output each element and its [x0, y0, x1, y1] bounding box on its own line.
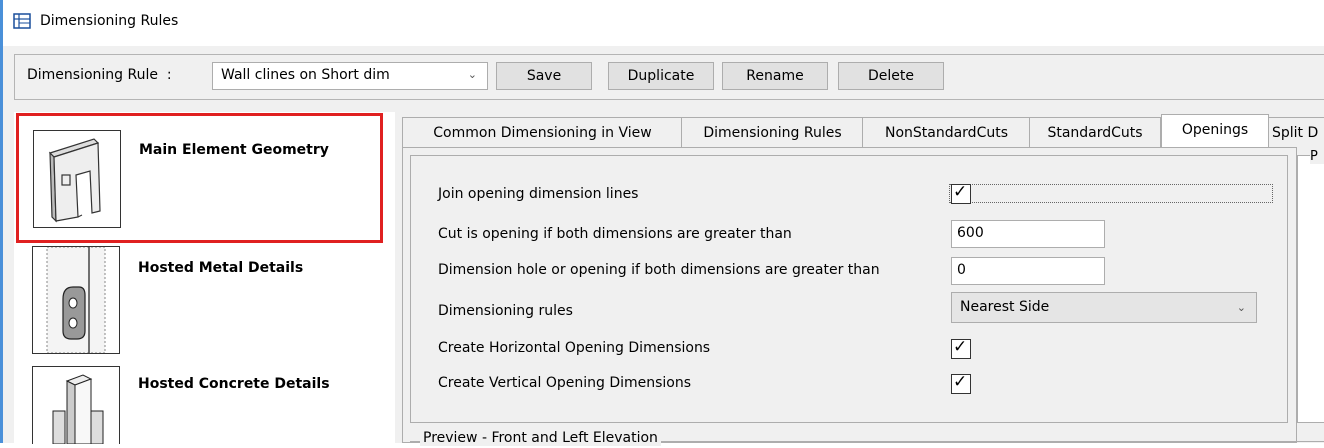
tab-openings[interactable]: Openings	[1161, 114, 1269, 149]
category-label: Main Element Geometry	[139, 142, 329, 158]
horizontal-opening-label: Create Horizontal Opening Dimensions	[438, 340, 711, 356]
window-title: Dimensioning Rules	[40, 13, 179, 29]
dimensioning-rules-value: Nearest Side	[960, 299, 1050, 315]
preview-group-label: Preview - Front and Left Elevation	[420, 430, 661, 446]
rule-dropdown-value: Wall clines on Short dim	[221, 67, 390, 83]
dimension-hole-label: Dimension hole or opening if both dimens…	[438, 262, 880, 278]
rename-button[interactable]: Rename	[722, 62, 828, 90]
title-bar	[3, 0, 1324, 46]
preview-side-group	[1297, 155, 1324, 423]
metal-bracket-icon	[32, 246, 120, 354]
cut-is-opening-input[interactable]: 600	[951, 220, 1105, 248]
horizontal-opening-checkbox[interactable]: ✓	[951, 337, 971, 359]
check-mark-icon: ✓	[953, 372, 968, 392]
cut-is-opening-label: Cut is opening if both dimensions are gr…	[438, 226, 792, 242]
tab-strip: Common Dimensioning in View Dimensioning…	[402, 114, 1324, 149]
save-button[interactable]: Save	[496, 62, 592, 90]
check-mark-icon: ✓	[953, 337, 968, 357]
dimension-hole-input[interactable]: 0	[951, 257, 1105, 285]
dimensioning-rules-label: Dimensioning rules	[438, 303, 573, 319]
category-main-element-geometry[interactable]: Main Element Geometry	[16, 113, 383, 243]
category-hosted-concrete-details[interactable]: Hosted Concrete Details	[18, 366, 378, 445]
rule-label-separator: :	[166, 67, 172, 83]
preview-side-label: P	[1310, 149, 1324, 164]
join-dimension-lines-checkbox[interactable]: ✓	[951, 182, 971, 204]
tab-standard-cuts[interactable]: StandardCuts	[1029, 117, 1161, 149]
dimension-hole-value: 0	[957, 262, 966, 278]
join-dimension-lines-label: Join opening dimension lines	[438, 186, 639, 202]
rule-label-group: Dimensioning Rule :	[27, 67, 172, 83]
check-mark-icon: ✓	[953, 182, 968, 202]
chevron-down-icon: ⌄	[1236, 301, 1246, 314]
duplicate-button[interactable]: Duplicate	[608, 62, 714, 90]
rule-label: Dimensioning Rule	[27, 67, 158, 83]
rule-dropdown[interactable]: Wall clines on Short dim ⌄	[212, 62, 488, 90]
tab-split[interactable]: Split D	[1268, 117, 1324, 149]
tab-dimensioning-rules[interactable]: Dimensioning Rules	[681, 117, 864, 149]
wall-panel-icon	[33, 130, 121, 228]
focus-rectangle	[949, 184, 1273, 203]
category-label: Hosted Metal Details	[138, 260, 304, 276]
vertical-opening-label: Create Vertical Opening Dimensions	[438, 375, 692, 391]
cut-is-opening-value: 600	[957, 225, 984, 241]
category-label: Hosted Concrete Details	[138, 376, 330, 392]
tab-nonstandard-cuts[interactable]: NonStandardCuts	[862, 117, 1031, 149]
chevron-down-icon: ⌄	[467, 68, 477, 81]
vertical-opening-checkbox[interactable]: ✓	[951, 372, 971, 394]
dimension-grid-icon	[13, 13, 31, 29]
tab-common-dimensioning[interactable]: Common Dimensioning in View	[402, 117, 683, 149]
dimensioning-rules-dropdown[interactable]: Nearest Side ⌄	[951, 292, 1257, 323]
concrete-block-icon	[32, 366, 120, 445]
delete-button[interactable]: Delete	[838, 62, 944, 90]
category-hosted-metal-details[interactable]: Hosted Metal Details	[18, 246, 378, 364]
